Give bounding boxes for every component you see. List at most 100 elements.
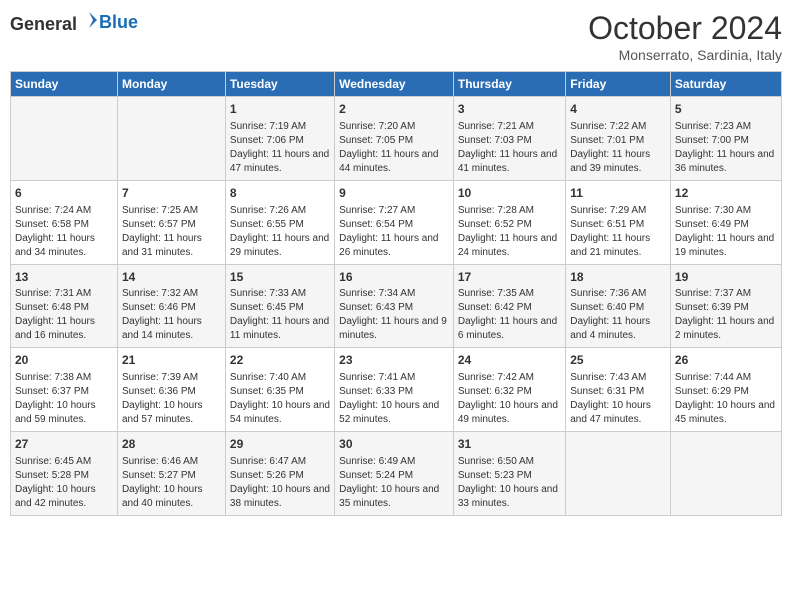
day-detail: Sunrise: 7:33 AM: [230, 287, 330, 301]
calendar-cell: 21Sunrise: 7:39 AMSunset: 6:36 PMDayligh…: [117, 348, 225, 432]
logo-general: General: [10, 14, 77, 34]
day-detail: Sunset: 6:51 PM: [570, 218, 666, 232]
day-detail: Daylight: 11 hours and 44 minutes.: [339, 148, 449, 176]
day-number: 6: [15, 185, 113, 202]
day-number: 10: [458, 185, 561, 202]
day-detail: Daylight: 11 hours and 21 minutes.: [570, 232, 666, 260]
logo: General Blue: [10, 10, 138, 35]
day-detail: Sunrise: 7:40 AM: [230, 371, 330, 385]
day-detail: Sunset: 6:57 PM: [122, 218, 221, 232]
day-number: 13: [15, 269, 113, 286]
day-detail: Sunrise: 7:44 AM: [675, 371, 777, 385]
day-number: 1: [230, 101, 330, 118]
calendar-cell: [11, 97, 118, 181]
calendar-cell: 5Sunrise: 7:23 AMSunset: 7:00 PMDaylight…: [670, 97, 781, 181]
day-number: 30: [339, 436, 449, 453]
day-detail: Sunset: 6:46 PM: [122, 301, 221, 315]
day-detail: Sunset: 6:31 PM: [570, 385, 666, 399]
calendar-cell: 28Sunrise: 6:46 AMSunset: 5:27 PMDayligh…: [117, 432, 225, 516]
calendar-cell: 1Sunrise: 7:19 AMSunset: 7:06 PMDaylight…: [225, 97, 334, 181]
day-detail: Sunset: 6:52 PM: [458, 218, 561, 232]
calendar-cell: 29Sunrise: 6:47 AMSunset: 5:26 PMDayligh…: [225, 432, 334, 516]
day-number: 11: [570, 185, 666, 202]
day-detail: Sunrise: 7:27 AM: [339, 204, 449, 218]
day-header-sunday: Sunday: [11, 72, 118, 97]
day-number: 31: [458, 436, 561, 453]
day-detail: Daylight: 11 hours and 9 minutes.: [339, 315, 449, 343]
calendar-cell: 13Sunrise: 7:31 AMSunset: 6:48 PMDayligh…: [11, 264, 118, 348]
day-detail: Daylight: 10 hours and 54 minutes.: [230, 399, 330, 427]
day-number: 4: [570, 101, 666, 118]
calendar-cell: [670, 432, 781, 516]
month-title: October 2024: [588, 10, 782, 47]
calendar-header-row: SundayMondayTuesdayWednesdayThursdayFrid…: [11, 72, 782, 97]
day-header-wednesday: Wednesday: [335, 72, 454, 97]
day-detail: Sunrise: 7:29 AM: [570, 204, 666, 218]
day-detail: Sunrise: 7:32 AM: [122, 287, 221, 301]
day-number: 9: [339, 185, 449, 202]
calendar-cell: 25Sunrise: 7:43 AMSunset: 6:31 PMDayligh…: [566, 348, 671, 432]
day-header-monday: Monday: [117, 72, 225, 97]
day-number: 25: [570, 352, 666, 369]
day-detail: Sunrise: 7:24 AM: [15, 204, 113, 218]
page-header: General Blue October 2024 Monserrato, Sa…: [10, 10, 782, 63]
day-number: 29: [230, 436, 330, 453]
day-detail: Daylight: 10 hours and 40 minutes.: [122, 483, 221, 511]
day-detail: Sunset: 5:26 PM: [230, 469, 330, 483]
day-detail: Sunrise: 7:28 AM: [458, 204, 561, 218]
location-subtitle: Monserrato, Sardinia, Italy: [588, 47, 782, 63]
day-detail: Daylight: 11 hours and 2 minutes.: [675, 315, 777, 343]
calendar-cell: 20Sunrise: 7:38 AMSunset: 6:37 PMDayligh…: [11, 348, 118, 432]
day-number: 27: [15, 436, 113, 453]
week-row-4: 20Sunrise: 7:38 AMSunset: 6:37 PMDayligh…: [11, 348, 782, 432]
day-number: 2: [339, 101, 449, 118]
day-number: 3: [458, 101, 561, 118]
day-detail: Sunrise: 6:50 AM: [458, 455, 561, 469]
calendar-cell: 26Sunrise: 7:44 AMSunset: 6:29 PMDayligh…: [670, 348, 781, 432]
day-detail: Sunset: 5:27 PM: [122, 469, 221, 483]
day-detail: Daylight: 11 hours and 36 minutes.: [675, 148, 777, 176]
day-detail: Sunrise: 7:41 AM: [339, 371, 449, 385]
day-detail: Sunrise: 6:46 AM: [122, 455, 221, 469]
day-detail: Sunrise: 7:22 AM: [570, 120, 666, 134]
day-number: 22: [230, 352, 330, 369]
day-detail: Sunrise: 6:47 AM: [230, 455, 330, 469]
day-number: 20: [15, 352, 113, 369]
calendar-cell: 18Sunrise: 7:36 AMSunset: 6:40 PMDayligh…: [566, 264, 671, 348]
day-detail: Sunset: 7:05 PM: [339, 134, 449, 148]
calendar-cell: 23Sunrise: 7:41 AMSunset: 6:33 PMDayligh…: [335, 348, 454, 432]
day-detail: Sunset: 7:03 PM: [458, 134, 561, 148]
day-detail: Sunset: 6:40 PM: [570, 301, 666, 315]
day-detail: Sunrise: 6:45 AM: [15, 455, 113, 469]
calendar-cell: 3Sunrise: 7:21 AMSunset: 7:03 PMDaylight…: [453, 97, 565, 181]
day-detail: Daylight: 11 hours and 34 minutes.: [15, 232, 113, 260]
calendar-cell: 7Sunrise: 7:25 AMSunset: 6:57 PMDaylight…: [117, 180, 225, 264]
day-detail: Daylight: 11 hours and 31 minutes.: [122, 232, 221, 260]
calendar-cell: 30Sunrise: 6:49 AMSunset: 5:24 PMDayligh…: [335, 432, 454, 516]
day-detail: Sunset: 6:49 PM: [675, 218, 777, 232]
day-detail: Daylight: 10 hours and 35 minutes.: [339, 483, 449, 511]
calendar-cell: 14Sunrise: 7:32 AMSunset: 6:46 PMDayligh…: [117, 264, 225, 348]
day-detail: Daylight: 11 hours and 29 minutes.: [230, 232, 330, 260]
day-number: 7: [122, 185, 221, 202]
calendar-cell: [566, 432, 671, 516]
day-detail: Sunset: 6:29 PM: [675, 385, 777, 399]
day-detail: Sunset: 6:33 PM: [339, 385, 449, 399]
day-detail: Daylight: 10 hours and 57 minutes.: [122, 399, 221, 427]
week-row-1: 1Sunrise: 7:19 AMSunset: 7:06 PMDaylight…: [11, 97, 782, 181]
day-detail: Sunrise: 7:20 AM: [339, 120, 449, 134]
day-detail: Sunset: 6:35 PM: [230, 385, 330, 399]
calendar-cell: 4Sunrise: 7:22 AMSunset: 7:01 PMDaylight…: [566, 97, 671, 181]
day-detail: Sunrise: 7:21 AM: [458, 120, 561, 134]
day-detail: Daylight: 11 hours and 14 minutes.: [122, 315, 221, 343]
day-detail: Sunrise: 6:49 AM: [339, 455, 449, 469]
day-number: 21: [122, 352, 221, 369]
day-detail: Sunset: 6:43 PM: [339, 301, 449, 315]
calendar-cell: 24Sunrise: 7:42 AMSunset: 6:32 PMDayligh…: [453, 348, 565, 432]
day-detail: Daylight: 10 hours and 33 minutes.: [458, 483, 561, 511]
calendar-cell: 12Sunrise: 7:30 AMSunset: 6:49 PMDayligh…: [670, 180, 781, 264]
day-number: 24: [458, 352, 561, 369]
week-row-5: 27Sunrise: 6:45 AMSunset: 5:28 PMDayligh…: [11, 432, 782, 516]
day-detail: Daylight: 11 hours and 47 minutes.: [230, 148, 330, 176]
calendar-cell: 10Sunrise: 7:28 AMSunset: 6:52 PMDayligh…: [453, 180, 565, 264]
